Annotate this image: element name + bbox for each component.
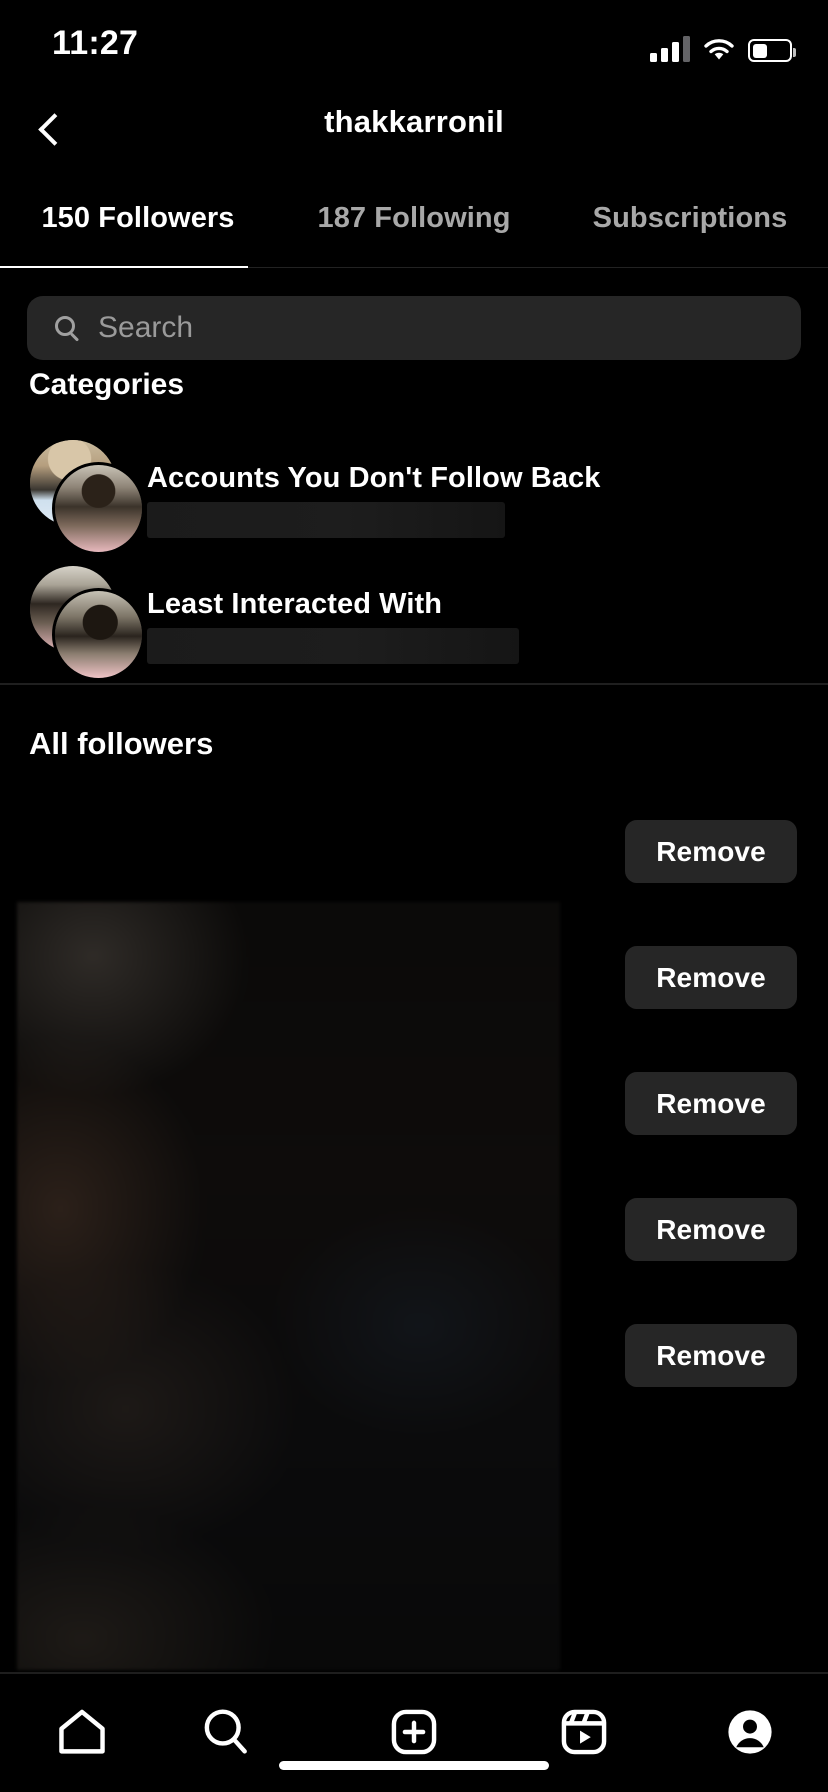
remove-button[interactable]: Remove <box>625 820 797 883</box>
tab-followers[interactable]: 150 Followers <box>0 170 276 266</box>
page-title: thakkarronil <box>324 104 504 139</box>
create-icon <box>386 1704 442 1765</box>
search-icon <box>198 1704 254 1765</box>
remove-button-label: Remove <box>656 961 766 993</box>
battery-icon <box>748 39 796 62</box>
profile-icon <box>723 1705 777 1764</box>
bottom-nav-bar <box>0 1674 828 1792</box>
nav-item-home[interactable] <box>22 1692 142 1776</box>
status-bar-indicators <box>650 32 796 62</box>
nav-item-search[interactable] <box>166 1692 286 1776</box>
categories-heading: Categories <box>29 368 185 401</box>
instagram-followers-screen: 11:27 thakkarronil 150 Followers 187 Fol… <box>0 0 828 1792</box>
active-tab-indicator <box>0 265 248 268</box>
home-indicator <box>279 1761 549 1770</box>
tab-following-label: 187 Following <box>317 201 511 234</box>
category-subtitle-redacted <box>147 502 505 538</box>
wifi-icon <box>703 38 735 62</box>
search-bar[interactable]: Search <box>27 296 801 360</box>
remove-button-label: Remove <box>656 1087 766 1119</box>
search-placeholder: Search <box>98 311 194 344</box>
tab-bar: 150 Followers 187 Following Subscription… <box>0 170 828 268</box>
search-input[interactable]: Search <box>27 296 801 360</box>
tab-subscriptions[interactable]: Subscriptions <box>552 170 828 266</box>
remove-button[interactable]: Remove <box>625 1198 797 1261</box>
remove-button-label: Remove <box>656 835 766 867</box>
screen-header: thakkarronil <box>0 90 828 170</box>
section-divider <box>0 683 828 685</box>
cellular-signal-icon <box>650 36 690 62</box>
category-title: Least Interacted With <box>147 588 443 620</box>
remove-button[interactable]: Remove <box>625 946 797 1009</box>
stacked-avatars-icon <box>30 566 145 681</box>
status-bar-time: 11:27 <box>52 24 139 62</box>
category-title: Accounts You Don't Follow Back <box>147 462 601 494</box>
category-row-accounts-you-dont-follow-back[interactable]: Accounts You Don't Follow Back <box>0 436 828 555</box>
remove-button[interactable]: Remove <box>625 1324 797 1387</box>
tab-followers-label: 150 Followers <box>41 201 235 234</box>
all-followers-heading: All followers <box>29 726 214 761</box>
reels-icon <box>556 1704 612 1765</box>
tab-following[interactable]: 187 Following <box>276 170 552 266</box>
category-row-least-interacted-with[interactable]: Least Interacted With <box>0 562 828 681</box>
remove-button-label: Remove <box>656 1213 766 1245</box>
stacked-avatars-icon <box>30 440 145 555</box>
followers-list-blurred-content <box>17 902 560 1670</box>
status-bar: 11:27 <box>0 0 828 90</box>
remove-button[interactable]: Remove <box>625 1072 797 1135</box>
category-subtitle-redacted <box>147 628 519 664</box>
nav-item-profile[interactable] <box>690 1692 810 1776</box>
remove-button-label: Remove <box>656 1339 766 1371</box>
tab-subscriptions-label: Subscriptions <box>592 201 788 234</box>
search-icon <box>55 315 80 342</box>
home-icon <box>54 1704 110 1765</box>
